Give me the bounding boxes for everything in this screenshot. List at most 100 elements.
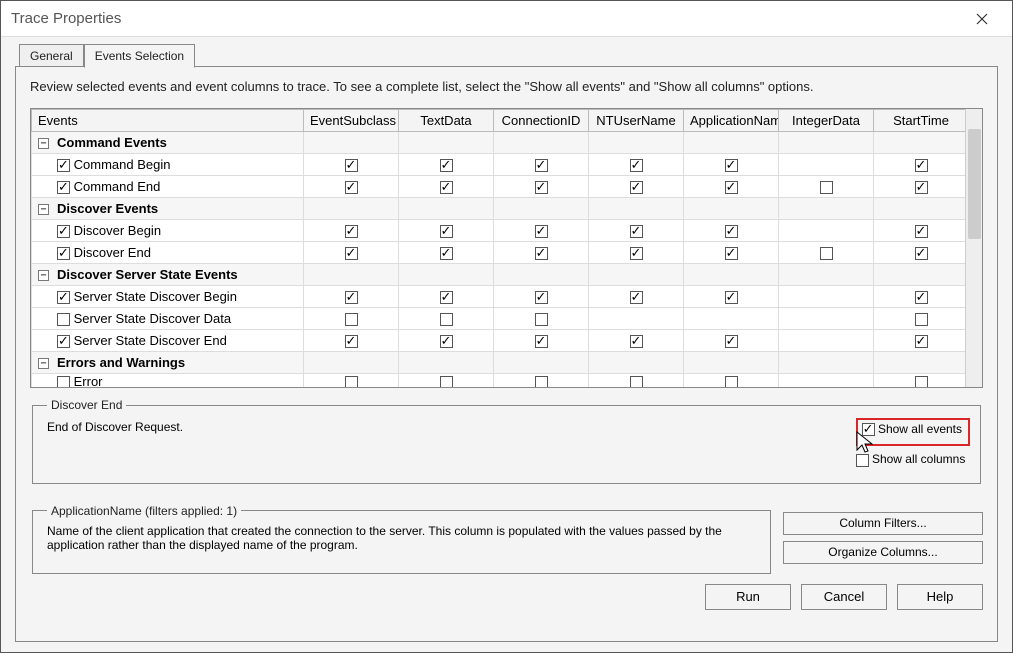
close-button[interactable]	[962, 4, 1002, 34]
grid-cell[interactable]	[779, 176, 874, 198]
vertical-scrollbar[interactable]	[965, 109, 982, 387]
grid-cell[interactable]	[589, 286, 684, 308]
cell-checkbox[interactable]	[725, 181, 738, 194]
cell-checkbox[interactable]	[630, 247, 643, 260]
cell-checkbox[interactable]	[440, 376, 453, 387]
cell-checkbox[interactable]	[345, 159, 358, 172]
cell-checkbox[interactable]	[345, 247, 358, 260]
grid-cell[interactable]	[874, 286, 966, 308]
event-row-label[interactable]: Server State Discover Begin	[32, 286, 304, 308]
collapse-icon[interactable]: −	[38, 270, 49, 281]
cell-checkbox[interactable]	[725, 376, 738, 387]
event-row-label[interactable]: Server State Discover End	[32, 330, 304, 352]
grid-cell[interactable]	[589, 242, 684, 264]
cell-checkbox[interactable]	[725, 335, 738, 348]
cell-checkbox[interactable]	[535, 335, 548, 348]
cell-checkbox[interactable]	[345, 181, 358, 194]
cell-checkbox[interactable]	[630, 291, 643, 304]
grid-cell[interactable]	[304, 330, 399, 352]
show-all-columns-option[interactable]: Show all columns	[856, 452, 970, 466]
column-filters-button[interactable]: Column Filters...	[783, 512, 983, 535]
event-row-label[interactable]: Server State Discover Data	[32, 308, 304, 330]
cell-checkbox[interactable]	[915, 247, 928, 260]
grid-cell[interactable]	[874, 330, 966, 352]
cell-checkbox[interactable]	[915, 291, 928, 304]
group-header[interactable]: −Errors and Warnings	[32, 352, 304, 374]
cell-checkbox[interactable]	[630, 159, 643, 172]
grid-cell[interactable]	[304, 220, 399, 242]
grid-cell[interactable]	[779, 286, 874, 308]
cell-checkbox[interactable]	[57, 247, 70, 260]
event-row-label[interactable]: Command Begin	[32, 154, 304, 176]
grid-cell[interactable]	[399, 308, 494, 330]
cell-checkbox[interactable]	[630, 225, 643, 238]
grid-cell[interactable]	[779, 154, 874, 176]
grid-cell[interactable]	[399, 242, 494, 264]
grid-cell[interactable]	[399, 286, 494, 308]
cell-checkbox[interactable]	[57, 181, 70, 194]
grid-cell[interactable]	[399, 154, 494, 176]
grid-cell[interactable]	[874, 176, 966, 198]
cancel-button[interactable]: Cancel	[801, 584, 887, 610]
cell-checkbox[interactable]	[535, 376, 548, 387]
grid-cell[interactable]	[684, 242, 779, 264]
cell-checkbox[interactable]	[535, 225, 548, 238]
cell-checkbox[interactable]	[915, 376, 928, 387]
grid-cell[interactable]	[589, 374, 684, 388]
column-header[interactable]: NTUserName	[589, 110, 684, 132]
cell-checkbox[interactable]	[440, 313, 453, 326]
cell-checkbox[interactable]	[630, 181, 643, 194]
cell-checkbox[interactable]	[57, 376, 70, 387]
cell-checkbox[interactable]	[57, 335, 70, 348]
column-header[interactable]: ConnectionID	[494, 110, 589, 132]
cell-checkbox[interactable]	[535, 247, 548, 260]
cell-checkbox[interactable]	[440, 291, 453, 304]
grid-cell[interactable]	[779, 374, 874, 388]
grid-cell[interactable]	[684, 308, 779, 330]
grid-cell[interactable]	[684, 374, 779, 388]
grid-cell[interactable]	[494, 220, 589, 242]
cell-checkbox[interactable]	[915, 313, 928, 326]
cell-checkbox[interactable]	[440, 247, 453, 260]
grid-cell[interactable]	[399, 374, 494, 388]
grid-cell[interactable]	[779, 242, 874, 264]
tab-events-selection[interactable]: Events Selection	[84, 44, 195, 68]
grid-cell[interactable]	[684, 330, 779, 352]
grid-cell[interactable]	[684, 220, 779, 242]
grid-cell[interactable]	[874, 242, 966, 264]
cell-checkbox[interactable]	[725, 291, 738, 304]
cell-checkbox[interactable]	[57, 159, 70, 172]
grid-cell[interactable]	[589, 330, 684, 352]
cell-checkbox[interactable]	[440, 225, 453, 238]
cell-checkbox[interactable]	[345, 376, 358, 387]
column-header[interactable]: ApplicationName	[684, 110, 779, 132]
show-all-columns-checkbox[interactable]	[856, 454, 869, 467]
grid-cell[interactable]	[494, 330, 589, 352]
collapse-icon[interactable]: −	[38, 358, 49, 369]
grid-cell[interactable]	[304, 176, 399, 198]
event-row-label[interactable]: Discover End	[32, 242, 304, 264]
cell-checkbox[interactable]	[345, 335, 358, 348]
grid-cell[interactable]	[494, 154, 589, 176]
cell-checkbox[interactable]	[535, 159, 548, 172]
grid-cell[interactable]	[494, 308, 589, 330]
grid-cell[interactable]	[304, 242, 399, 264]
cell-checkbox[interactable]	[915, 181, 928, 194]
column-header[interactable]: StartTime	[874, 110, 966, 132]
show-all-events-checkbox[interactable]	[862, 423, 875, 436]
grid-cell[interactable]	[399, 220, 494, 242]
cell-checkbox[interactable]	[630, 335, 643, 348]
grid-cell[interactable]	[874, 220, 966, 242]
grid-cell[interactable]	[874, 308, 966, 330]
column-header[interactable]: EventSubclass	[304, 110, 399, 132]
cell-checkbox[interactable]	[535, 181, 548, 194]
cell-checkbox[interactable]	[57, 291, 70, 304]
cell-checkbox[interactable]	[725, 159, 738, 172]
grid-cell[interactable]	[304, 374, 399, 388]
cell-checkbox[interactable]	[440, 335, 453, 348]
cell-checkbox[interactable]	[915, 225, 928, 238]
column-header[interactable]: TextData	[399, 110, 494, 132]
grid-cell[interactable]	[494, 176, 589, 198]
cell-checkbox[interactable]	[345, 291, 358, 304]
grid-cell[interactable]	[494, 374, 589, 388]
